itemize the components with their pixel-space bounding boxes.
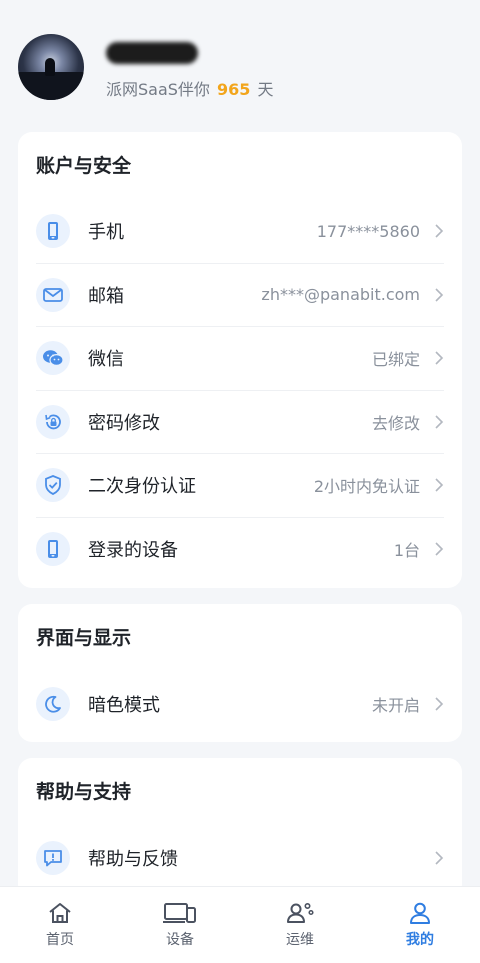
feedback-icon [36,840,70,875]
chevron-right-icon [435,415,444,429]
tab-label: 设备 [166,932,194,948]
tab-label: 首页 [46,932,74,948]
mail-icon [36,277,70,312]
row-password[interactable]: 密码修改 去修改 [36,391,444,454]
chevron-right-icon [435,478,444,492]
tagline-prefix: 派网SaaS伴你 [106,80,210,99]
row-value: zh***@panabit.com [261,285,420,305]
chevron-right-icon [435,697,444,711]
account-security-card: 账户与安全 手机 177****5860 邮箱 zh***@panabit.co… [18,132,462,588]
row-phone[interactable]: 手机 177****5860 [36,200,444,264]
profile-page: 派网SaaS伴你 965 天 账户与安全 手机 177****5860 邮箱 z… [0,0,480,963]
row-label: 手机 [88,222,124,244]
days-count: 965 [217,80,251,99]
row-value: 未开启 [371,695,420,715]
shield-check-icon [36,468,70,503]
row-value: 去修改 [371,413,420,433]
home-icon [49,903,71,923]
row-label: 密码修改 [88,412,160,434]
tagline-suffix: 天 [257,80,274,99]
section-title: 界面与显示 [36,627,132,649]
avatar-horizon [18,72,84,100]
profile-header: 派网SaaS伴你 965 天 [18,34,462,104]
row-value: 已绑定 [371,350,420,370]
row-label: 邮箱 [88,285,124,307]
tab-operations[interactable]: 运维 [240,887,360,963]
chevron-right-icon [435,542,444,556]
avatar[interactable] [18,34,84,100]
chevron-right-icon [435,288,444,302]
password-reset-icon [36,404,70,439]
row-email[interactable]: 邮箱 zh***@panabit.com [36,264,444,327]
tab-label: 运维 [286,932,314,948]
row-label: 二次身份认证 [88,476,196,498]
row-login-devices[interactable]: 登录的设备 1台 [36,518,444,582]
row-label: 帮助与反馈 [88,848,178,870]
devices-icon [163,903,196,923]
moon-icon [36,686,70,721]
display-card: 界面与显示 暗色模式 未开启 [18,604,462,742]
row-wechat[interactable]: 微信 已绑定 [36,327,444,391]
tab-devices[interactable]: 设备 [120,887,240,963]
bottom-tab-bar: 首页 设备 运维 我的 [0,886,480,963]
row-dark-mode[interactable]: 暗色模式 未开启 [36,672,444,736]
row-value: 2小时内免认证 [313,477,420,497]
membership-tagline: 派网SaaS伴你 965 天 [106,76,274,100]
username-redacted [106,42,198,64]
tab-label: 我的 [406,932,434,948]
help-card: 帮助与支持 帮助与反馈 [18,758,462,898]
row-value: 1台 [393,541,420,561]
wechat-icon [36,341,70,376]
row-label: 登录的设备 [88,540,178,562]
user-icon [410,902,430,924]
section-title: 帮助与支持 [36,781,132,803]
avatar-figure [45,58,55,76]
chevron-right-icon [435,224,444,238]
tab-home[interactable]: 首页 [0,887,120,963]
row-label: 暗色模式 [88,694,160,716]
device-icon [36,532,70,567]
section-title: 账户与安全 [36,155,132,177]
chevron-right-icon [435,351,444,365]
chevron-right-icon [435,851,444,865]
row-help-feedback[interactable]: 帮助与反馈 [36,826,444,890]
row-value: 177****5860 [316,221,420,241]
row-label: 微信 [88,349,124,371]
operations-icon [287,902,314,923]
row-two-factor[interactable]: 二次身份认证 2小时内免认证 [36,454,444,518]
tab-mine[interactable]: 我的 [360,887,480,963]
phone-icon [36,214,70,249]
